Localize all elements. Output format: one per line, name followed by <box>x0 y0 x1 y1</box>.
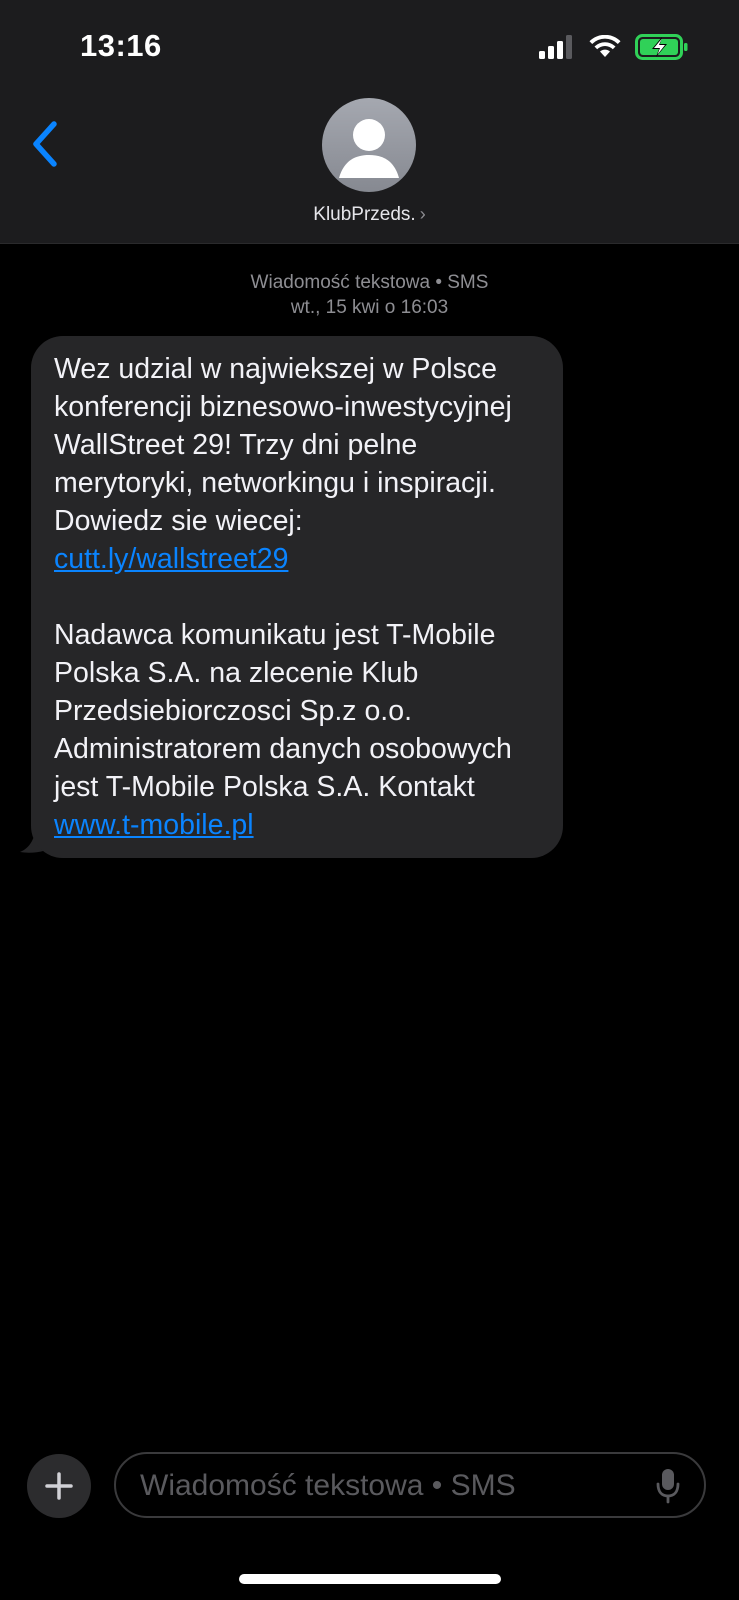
contact-chevron-icon: › <box>419 204 426 224</box>
cellular-signal-icon <box>539 35 572 59</box>
conversation-header: 13:16 KlubPrzeds. › <box>0 0 739 244</box>
battery-charging-icon <box>635 34 688 60</box>
contact-avatar[interactable] <box>322 98 416 192</box>
message-meta: Wiadomość tekstowa • SMS wt., 15 kwi o 1… <box>0 270 739 320</box>
home-indicator[interactable] <box>239 1574 501 1584</box>
message-service-label: Wiadomość tekstowa • SMS <box>250 272 489 293</box>
microphone-icon[interactable] <box>656 1468 680 1504</box>
message-paragraph-2: Nadawca komunikatu jest T-Mobile Polska … <box>54 616 538 844</box>
plus-icon <box>45 1472 73 1500</box>
contact-name-button[interactable]: KlubPrzeds. › <box>0 204 739 226</box>
message-input[interactable] <box>138 1454 622 1518</box>
status-time: 13:16 <box>80 28 162 63</box>
message-link-cutt[interactable]: cutt.ly/wallstreet29 <box>54 543 288 575</box>
message-text-2: Nadawca komunikatu jest T-Mobile Polska … <box>54 619 512 803</box>
apps-plus-button[interactable] <box>27 1454 91 1518</box>
message-paragraph-1: Wez udzial w najwiekszej w Polsce konfer… <box>54 350 538 578</box>
message-text-1: Wez udzial w najwiekszej w Polsce konfer… <box>54 353 512 537</box>
contact-name: KlubPrzeds. <box>313 204 416 225</box>
message-composer <box>114 1452 706 1518</box>
status-icons <box>539 34 689 60</box>
incoming-message-bubble[interactable]: Wez udzial w najwiekszej w Polsce konfer… <box>31 336 563 858</box>
back-chevron-icon[interactable] <box>28 118 64 170</box>
wifi-icon <box>589 35 621 57</box>
message-link-tmobile[interactable]: www.t-mobile.pl <box>54 809 254 841</box>
message-timestamp: wt., 15 kwi o 16:03 <box>290 297 449 318</box>
person-silhouette-icon <box>339 119 399 178</box>
